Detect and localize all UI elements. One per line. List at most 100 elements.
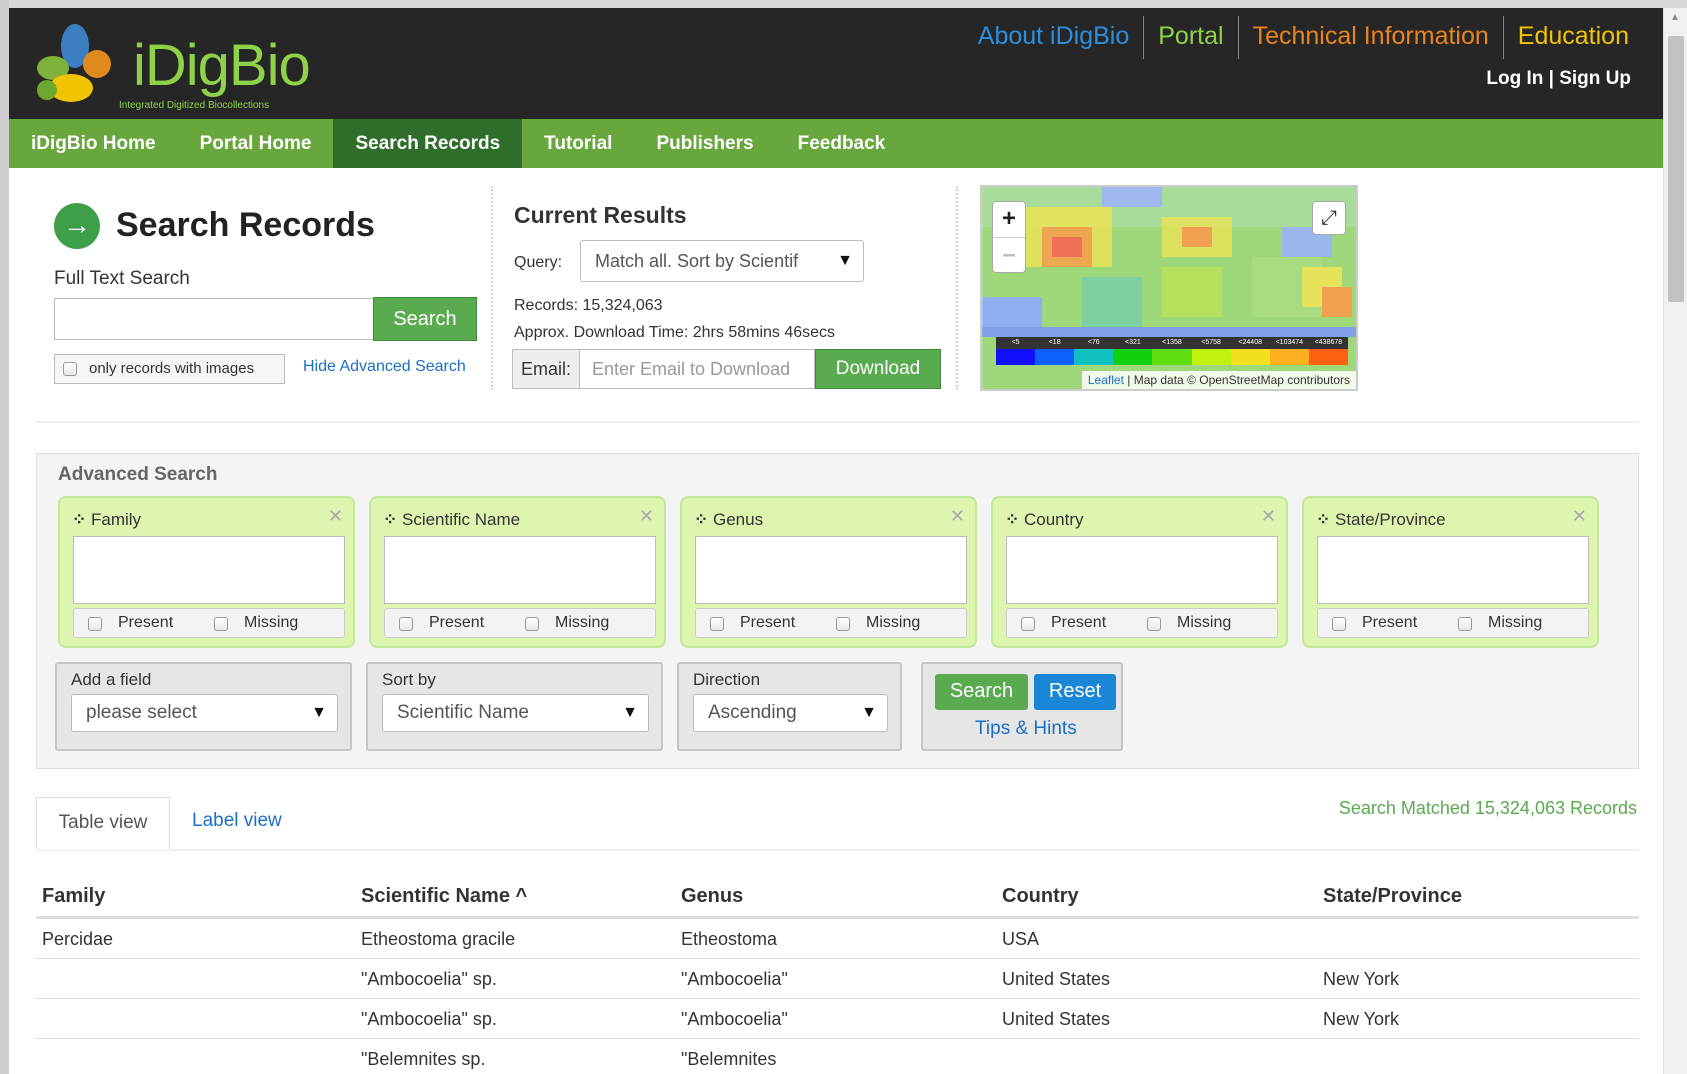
present-missing: Present Missing [1317,608,1589,638]
present-checkbox[interactable] [399,617,413,631]
hide-advanced-search-link[interactable]: Hide Advanced Search [303,358,466,376]
caret-down-icon: ▼ [622,704,638,721]
nav-feedback[interactable]: Feedback [776,119,908,168]
column-header-state-province[interactable]: State/Province [1323,876,1462,916]
present-checkbox[interactable] [1332,617,1346,631]
add-field-select[interactable]: please select ▼ [71,694,338,732]
login-signup-link[interactable]: Log In | Sign Up [1486,68,1631,90]
column-header-country[interactable]: Country [1002,876,1079,916]
legend-swatch [1269,349,1309,365]
sort-by-select[interactable]: Scientific Name ▼ [382,694,649,732]
table-row[interactable]: Percidae Etheostoma gracile Etheostoma U… [36,918,1639,958]
nav-idigbio-home[interactable]: iDigBio Home [9,119,178,168]
idigbio-logo[interactable]: iDigBio Integrated Digitized Biocollecti… [23,16,323,116]
tab-label-view[interactable]: Label view [192,810,282,832]
genus-textarea[interactable] [695,536,967,604]
map-attribution: Leaflet | Map data © OpenStreetMap contr… [1081,371,1356,389]
field-header[interactable]: ⁘ Scientific Name [383,510,520,530]
reset-button[interactable]: Reset [1034,674,1116,710]
missing-checkbox[interactable] [1147,617,1161,631]
scrollbar-thumb[interactable] [1668,36,1684,302]
advanced-search-button[interactable]: Search [935,674,1028,710]
country-textarea[interactable] [1006,536,1278,604]
legend-swatch [1308,349,1348,365]
present-checkbox[interactable] [1021,617,1035,631]
field-header[interactable]: ⁘ State/Province [1316,510,1446,530]
present-checkbox[interactable] [710,617,724,631]
top-navigation: About iDigBio Portal Technical Informati… [964,16,1643,59]
legend-label: <103474 [1269,337,1309,349]
legend-label: <438678 [1308,337,1348,349]
legend-label: <24408 [1230,337,1270,349]
close-icon[interactable]: ✕ [950,506,965,527]
close-icon[interactable]: ✕ [639,506,654,527]
missing-checkbox[interactable] [525,617,539,631]
column-header-genus[interactable]: Genus [681,876,743,916]
close-icon[interactable]: ✕ [328,506,343,527]
drag-handle-icon[interactable]: ⁘ [383,510,397,529]
nav-tutorial[interactable]: Tutorial [522,119,634,168]
divider [491,186,493,390]
checkbox-icon[interactable] [63,362,77,376]
field-country: ⁘ Country ✕ Present Missing [991,496,1288,648]
tab-table-view[interactable]: Table view [36,797,170,850]
tips-hints-link[interactable]: Tips & Hints [975,718,1077,740]
logo-text: iDigBio [133,33,311,98]
drag-handle-icon[interactable]: ⁘ [72,510,86,529]
action-box: Search Reset Tips & Hints [921,662,1123,751]
nav-publishers[interactable]: Publishers [634,119,775,168]
query-label: Query: [514,254,563,271]
download-button[interactable]: Download [815,349,941,389]
missing-checkbox[interactable] [214,617,228,631]
topnav-portal[interactable]: Portal [1143,16,1237,59]
table-header: Family Scientific Name ^ Genus Country S… [36,876,1639,918]
state-province-textarea[interactable] [1317,536,1589,604]
close-icon[interactable]: ✕ [1572,506,1587,527]
nav-portal-home[interactable]: Portal Home [178,119,334,168]
zoom-out-button[interactable]: – [993,237,1025,272]
table-row[interactable]: "Ambocoelia" sp. "Ambocoelia" United Sta… [36,998,1639,1038]
fullscreen-icon[interactable]: ⤢ [1312,201,1346,235]
topnav-technical[interactable]: Technical Information [1237,16,1503,59]
topnav-about[interactable]: About iDigBio [964,16,1143,59]
browser-chrome-top [0,0,1687,8]
missing-label: Missing [866,614,921,631]
cell-genus: "Ambocoelia" [681,969,788,989]
direction-select[interactable]: Ascending ▼ [693,694,888,732]
field-label: Scientific Name [401,510,521,529]
current-results-title: Current Results [514,202,687,228]
browser-chrome-left [0,0,9,1074]
missing-label: Missing [1488,614,1543,631]
results-map[interactable]: + – ⤢ <5 <18 <76 <321 <1358 <5758 <24408 <10347… [980,185,1358,391]
column-header-family[interactable]: Family [42,876,105,916]
zoom-in-button[interactable]: + [993,202,1025,237]
scientific-name-textarea[interactable] [384,536,656,604]
drag-handle-icon[interactable]: ⁘ [694,510,708,529]
present-checkbox[interactable] [88,617,102,631]
legend-label: <18 [1035,337,1075,349]
full-text-search-button[interactable]: Search [373,297,477,341]
page-scrollbar[interactable]: ▲ [1663,8,1687,1074]
table-row[interactable]: "Belemnites sp. "Belemnites [36,1038,1639,1074]
missing-checkbox[interactable] [1458,617,1472,631]
present-label: Present [1362,614,1418,631]
field-header[interactable]: ⁘ Country [1005,510,1084,530]
table-row[interactable]: "Ambocoelia" sp. "Ambocoelia" United Sta… [36,958,1639,998]
scroll-up-icon[interactable]: ▲ [1670,12,1680,23]
main-navigation: iDigBio Home Portal Home Search Records … [9,119,1663,168]
nav-search-records[interactable]: Search Records [333,119,523,168]
close-icon[interactable]: ✕ [1261,506,1276,527]
drag-handle-icon[interactable]: ⁘ [1005,510,1019,529]
field-header[interactable]: ⁘ Genus [694,510,763,530]
images-only-checkbox[interactable]: only records with images [54,354,285,384]
column-header-scientific-name[interactable]: Scientific Name ^ [361,876,527,916]
full-text-search-input[interactable] [54,298,374,340]
leaflet-link[interactable]: Leaflet [1088,373,1124,387]
email-input[interactable]: Enter Email to Download [580,349,815,389]
field-header[interactable]: ⁘ Family [72,510,141,530]
topnav-education[interactable]: Education [1502,16,1643,59]
query-select[interactable]: Match all. Sort by Scientif ▼ [580,240,864,282]
drag-handle-icon[interactable]: ⁘ [1316,510,1330,529]
missing-checkbox[interactable] [836,617,850,631]
family-textarea[interactable] [73,536,345,604]
